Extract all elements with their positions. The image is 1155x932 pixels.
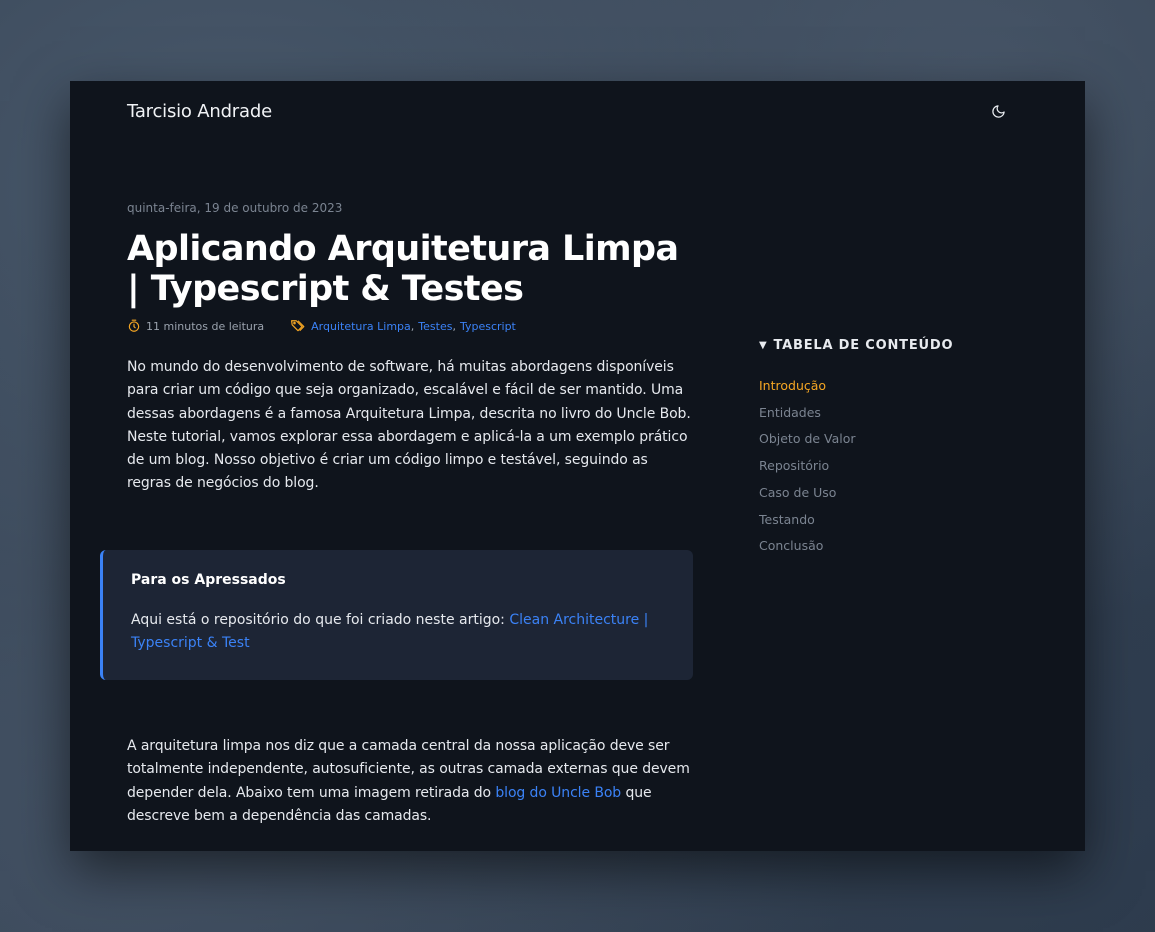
callout-box: Para os Apressados Aqui está o repositór…	[100, 550, 693, 680]
tag-separator: ,	[452, 319, 456, 333]
theme-toggle-button[interactable]	[989, 102, 1007, 120]
tag-list: Arquitetura Limpa, Testes, Typescript	[311, 320, 516, 333]
tag-link[interactable]: Testes	[418, 320, 452, 333]
tags-icon	[291, 320, 305, 332]
toc-list: Introdução Entidades Objeto de Valor Rep…	[759, 373, 999, 560]
stopwatch-icon	[128, 319, 140, 332]
site-title-link[interactable]: Tarcisio Andrade	[127, 101, 272, 122]
callout-text: Aqui está o repositório do que foi criad…	[131, 612, 510, 628]
post-tags: Arquitetura Limpa, Testes, Typescript	[290, 319, 516, 333]
toc-heading-label: TABELA DE CONTEÚDO	[773, 338, 954, 353]
toc-item-testando[interactable]: Testando	[759, 507, 999, 534]
caret-down-icon: ▼	[759, 340, 768, 351]
callout-body: Aqui está o repositório do que foi criad…	[131, 609, 665, 656]
tag-separator: ,	[410, 319, 415, 333]
toc-item-introducao[interactable]: Introdução	[759, 373, 999, 400]
tag-link[interactable]: Arquitetura Limpa	[311, 320, 411, 333]
reading-time-label: 11 minutos de leitura	[146, 319, 265, 333]
post-title: Aplicando Arquitetura Limpa | Typescript…	[127, 229, 679, 309]
toc-item-objeto-de-valor[interactable]: Objeto de Valor	[759, 426, 999, 453]
callout-title: Para os Apressados	[131, 572, 286, 588]
architecture-paragraph: A arquitetura limpa nos diz que a camada…	[127, 735, 693, 828]
uncle-bob-blog-link[interactable]: blog do Uncle Bob	[495, 785, 621, 801]
moon-icon	[991, 104, 1005, 118]
toc-item-repositorio[interactable]: Repositório	[759, 453, 999, 480]
post-date: quinta-feira, 19 de outubro de 2023	[127, 201, 343, 215]
toc-item-caso-de-uso[interactable]: Caso de Uso	[759, 480, 999, 507]
site-header: Tarcisio Andrade	[127, 99, 1007, 123]
toc-toggle[interactable]: ▼ TABELA DE CONTEÚDO	[759, 338, 999, 353]
reading-time: 11 minutos de leitura	[127, 319, 264, 333]
toc-item-entidades[interactable]: Entidades	[759, 400, 999, 427]
browser-window: Tarcisio Andrade quinta-feira, 19 de out…	[70, 81, 1085, 851]
post-meta: 11 minutos de leitura Arquitetura Limpa,…	[127, 319, 693, 333]
article: quinta-feira, 19 de outubro de 2023 Apli…	[127, 201, 693, 496]
toc-item-conclusao[interactable]: Conclusão	[759, 533, 999, 560]
table-of-contents: ▼ TABELA DE CONTEÚDO Introdução Entidade…	[759, 338, 999, 560]
tag-link[interactable]: Typescript	[460, 320, 516, 333]
intro-paragraph: No mundo do desenvolvimento de software,…	[127, 359, 691, 492]
